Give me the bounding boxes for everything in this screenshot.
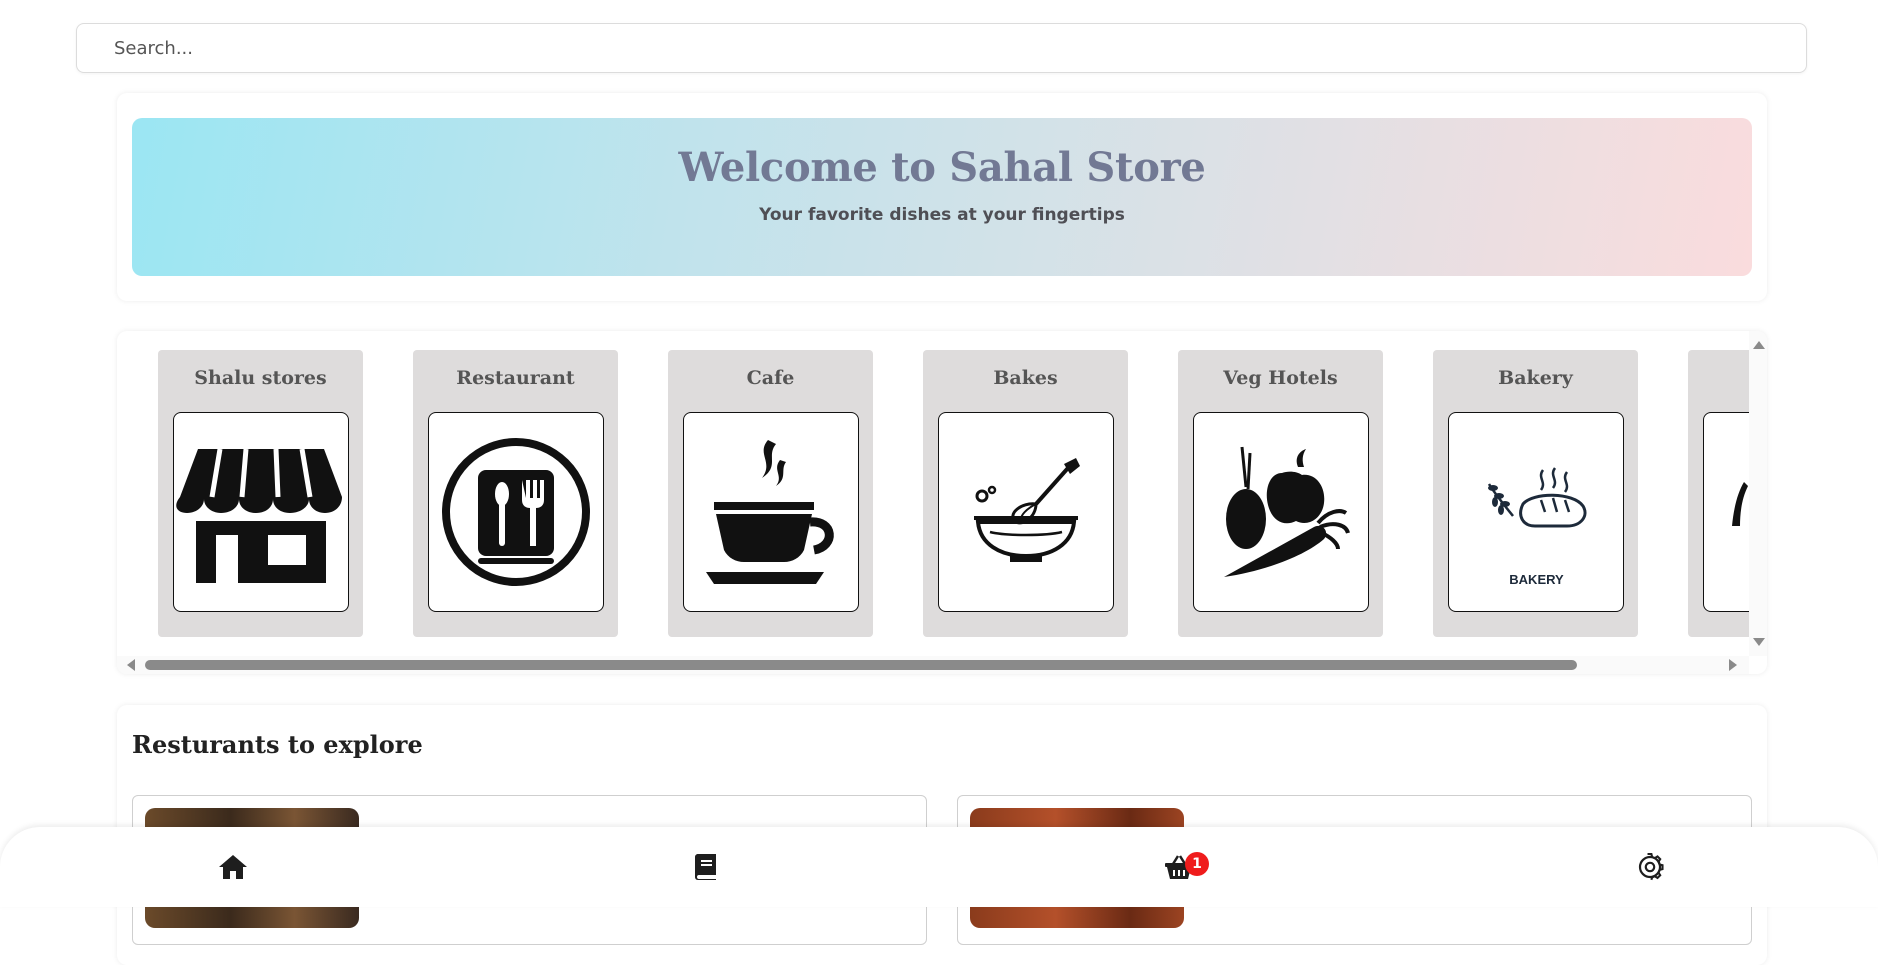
nav-settings[interactable] — [1630, 847, 1670, 887]
bottom-nav: 1 — [0, 827, 1878, 907]
category-name — [1688, 350, 1749, 412]
bakery-bread-icon — [1487, 467, 1586, 528]
category-name: Bakery — [1498, 367, 1573, 389]
nav-home[interactable] — [213, 847, 253, 887]
horizontal-scrollbar[interactable] — [117, 656, 1749, 674]
scrollbar-thumb[interactable] — [145, 660, 1577, 670]
gear-icon — [1638, 853, 1664, 881]
partial-category-icon — [1731, 482, 1748, 526]
category-section: Shalu stores Restaurant Cafe Bakes Veg H… — [117, 331, 1767, 674]
category-cafe[interactable]: Cafe — [668, 350, 873, 637]
category-image — [1192, 412, 1369, 612]
category-image — [172, 412, 349, 612]
scroll-left-icon[interactable] — [127, 659, 135, 671]
category-name: Bakes — [993, 367, 1058, 389]
scroll-right-icon[interactable] — [1729, 659, 1737, 671]
scroll-down-icon[interactable] — [1753, 638, 1765, 646]
search-bar[interactable] — [76, 23, 1807, 73]
vegetables-icon — [1223, 446, 1350, 577]
category-name: Shalu stores — [194, 367, 327, 389]
category-scroll-area[interactable]: Shalu stores Restaurant Cafe Bakes Veg H… — [117, 331, 1749, 656]
category-restaurant[interactable]: Restaurant — [413, 350, 618, 637]
mixing-bowl-whisk-icon — [973, 458, 1080, 562]
hero-card: Welcome to Sahal Store Your favorite dis… — [117, 93, 1767, 301]
category-name: Restaurant — [456, 367, 575, 389]
category-image — [937, 412, 1114, 612]
hero-banner: Welcome to Sahal Store Your favorite dis… — [132, 118, 1752, 276]
cart-count-badge: 1 — [1185, 852, 1209, 876]
search-input[interactable] — [77, 24, 1806, 72]
scroll-up-icon[interactable] — [1753, 341, 1765, 349]
category-veg-hotels[interactable]: Veg Hotels — [1178, 350, 1383, 637]
section-title: Resturants to explore — [132, 730, 423, 759]
category-bakes[interactable]: Bakes — [923, 350, 1128, 637]
category-name: Veg Hotels — [1223, 367, 1338, 389]
category-list: Shalu stores Restaurant Cafe Bakes Veg H… — [158, 350, 1749, 637]
category-image: BAKERY — [1447, 412, 1624, 612]
category-shalu-stores[interactable]: Shalu stores — [158, 350, 363, 637]
category-image — [682, 412, 859, 612]
storefront-icon — [175, 448, 342, 583]
category-name: Cafe — [746, 367, 795, 389]
category-image — [1702, 412, 1749, 612]
restaurant-menu-icon — [441, 438, 590, 586]
category-partial[interactable] — [1688, 350, 1749, 637]
hero-subtitle: Your favorite dishes at your fingertips — [759, 205, 1125, 225]
book-icon — [695, 854, 716, 880]
category-image — [427, 412, 604, 612]
category-bakery[interactable]: Bakery BAKERY — [1433, 350, 1638, 637]
hero-title: Welcome to Sahal Store — [678, 144, 1206, 191]
vertical-scrollbar[interactable] — [1749, 331, 1767, 656]
home-icon — [219, 855, 247, 879]
nav-orders[interactable] — [686, 847, 726, 887]
coffee-cup-icon — [705, 440, 834, 584]
nav-cart[interactable]: 1 — [1159, 847, 1209, 887]
bakery-logo-text: BAKERY — [1509, 572, 1564, 587]
